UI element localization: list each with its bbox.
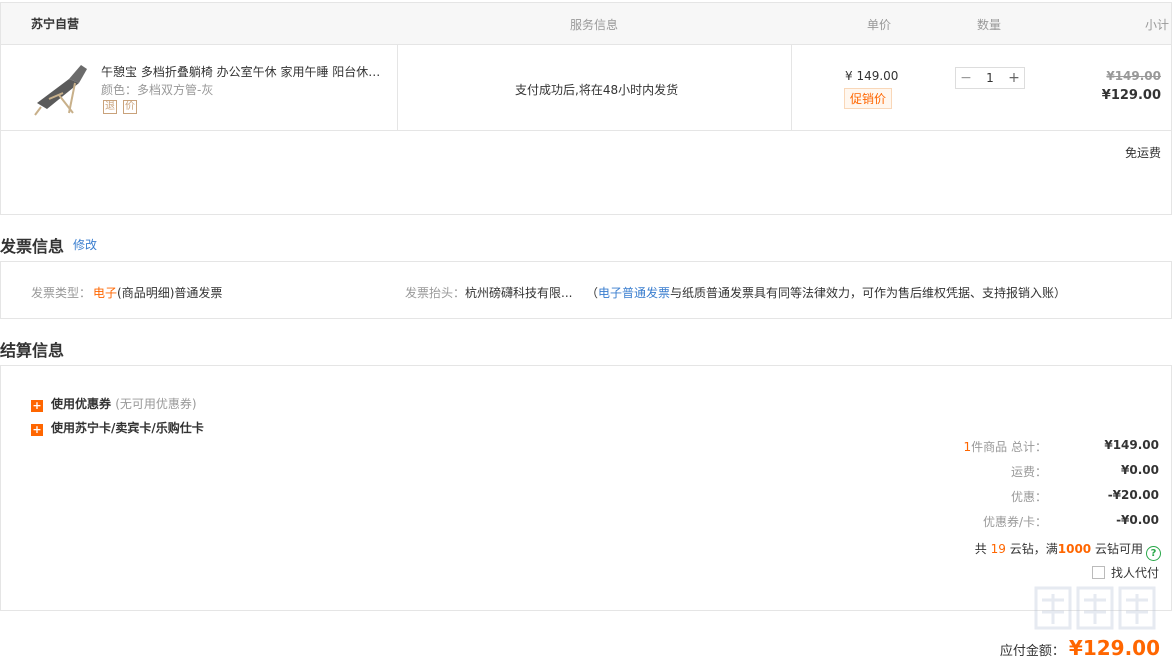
coupon-label: 使用优惠券 xyxy=(51,397,112,411)
product-tags: 退 价 xyxy=(103,100,137,114)
divider xyxy=(791,45,792,131)
invoice-type-highlight: 电子 xyxy=(93,286,118,300)
divider xyxy=(397,45,398,131)
yunzuan-threshold: 1000 xyxy=(1057,542,1092,556)
product-color: 颜色：多档双方管-灰 xyxy=(101,83,214,97)
discount-label: 优惠： xyxy=(1010,490,1047,504)
qty-minus-button[interactable]: − xyxy=(956,70,976,86)
header-qty: 数量 xyxy=(977,18,1002,32)
header-subtotal: 小计 xyxy=(1144,18,1169,32)
e-invoice-link[interactable]: 电子普通发票 xyxy=(598,286,670,300)
summary-coupon-card-row: 优惠券/卡： -¥0.00 xyxy=(839,513,1159,531)
card-toggle[interactable]: + 使用苏宁卡/卖宾卡/乐购仕卡 xyxy=(31,419,204,436)
subtotal-final: ¥129.00 xyxy=(1101,88,1161,103)
plus-square-icon[interactable]: + xyxy=(31,424,43,436)
invoice-head-value: 杭州磅礴科技有限... xyxy=(465,286,573,300)
summary-total-value: ¥149.00 xyxy=(1104,438,1159,452)
proxy-pay-label: 找人代付 xyxy=(1110,566,1159,580)
proxy-pay-option[interactable]: 找人代付 xyxy=(1091,564,1159,581)
coupon-card-value: -¥0.00 xyxy=(1116,513,1159,527)
order-header: 苏宁自营 服务信息 单价 数量 小计 xyxy=(1,3,1171,45)
yunzuan-count: 19 xyxy=(990,542,1006,556)
store-name[interactable]: 苏宁自营 xyxy=(31,15,79,32)
plus-square-icon[interactable]: + xyxy=(31,400,43,412)
proxy-pay-checkbox[interactable] xyxy=(1091,566,1105,579)
header-service: 服务信息 xyxy=(570,18,619,32)
discount-value: -¥20.00 xyxy=(1107,488,1159,502)
order-box: 苏宁自营 服务信息 单价 数量 小计 午憩宝 多档折叠躺椅 办公室午休 家用午睡… xyxy=(0,2,1172,215)
freight-label: 运费： xyxy=(1010,465,1047,479)
product-thumbnail[interactable] xyxy=(29,59,93,119)
order-item-row: 午憩宝 多档折叠躺椅 办公室午休 家用午睡 阳台休… 颜色：多档双方管-灰 退 … xyxy=(1,45,1171,131)
service-info: 支付成功后,将在48小时内发货 xyxy=(515,83,679,97)
freight-value: ¥0.00 xyxy=(1121,463,1159,477)
summary-discount-row: 优惠： -¥20.00 xyxy=(839,488,1159,506)
header-price: 单价 xyxy=(867,18,892,32)
summary-freight-row: 运费： ¥0.00 xyxy=(839,463,1159,481)
summary-total-row: 1件商品 总计： ¥149.00 xyxy=(839,438,1159,456)
help-circle-icon[interactable]: ? xyxy=(1146,546,1161,561)
invoice-section-title: 发票信息 xyxy=(0,237,65,256)
coupon-hint: (无可用优惠券) xyxy=(115,397,197,411)
invoice-note: （电子普通发票与纸质普通发票具有同等法律效力，可作为售后维权凭据、支持报销入账） xyxy=(586,284,1066,301)
yunzuan-prefix: 共 xyxy=(974,542,987,556)
subtotal-original: ¥149.00 xyxy=(1106,69,1161,83)
qty-plus-button[interactable]: + xyxy=(1004,70,1024,86)
yunzuan-mid: 云钻，满 xyxy=(1009,542,1058,556)
quantity-stepper: − 1 + xyxy=(955,67,1025,89)
invoice-head-label: 发票抬头： xyxy=(405,286,466,300)
invoice-head: 发票抬头：杭州磅礴科技有限... xyxy=(405,284,572,301)
return-tag-icon[interactable]: 退 xyxy=(103,100,117,114)
settlement-section-title: 结算信息 xyxy=(0,341,65,360)
yunzuan-info: 共 19 云钻，满1000 云钻可用? xyxy=(975,540,1161,561)
card-label: 使用苏宁卡/卖宾卡/乐购仕卡 xyxy=(51,421,204,435)
invoice-note-prefix: （ xyxy=(586,286,599,300)
unit-price: ¥ 149.00 xyxy=(845,69,899,83)
invoice-type-label: 发票类型： xyxy=(31,286,92,300)
coupon-card-label: 优惠券/卡： xyxy=(982,515,1047,529)
invoice-edit-link[interactable]: 修改 xyxy=(73,236,97,253)
summary-total-label: 1件商品 总计： xyxy=(964,438,1047,455)
settlement-box: + 使用优惠券 (无可用优惠券) + 使用苏宁卡/卖宾卡/乐购仕卡 1件商品 总计：… xyxy=(0,365,1172,611)
invoice-type-rest: (商品明细)普通发票 xyxy=(117,286,223,300)
qty-input[interactable]: 1 xyxy=(976,71,1004,85)
yunzuan-suffix: 云钻可用 xyxy=(1094,542,1143,556)
coupon-toggle[interactable]: + 使用优惠券 (无可用优惠券) xyxy=(31,395,197,412)
shipping-status: 免运费 xyxy=(1124,146,1161,160)
invoice-type-value: 电子(商品明细)普通发票 xyxy=(93,284,222,301)
product-title-link[interactable]: 午憩宝 多档折叠躺椅 办公室午休 家用午睡 阳台休… xyxy=(101,63,386,80)
invoice-box: 发票类型： 电子(商品明细)普通发票 发票抬头：杭州磅礴科技有限... （电子普… xyxy=(0,261,1172,319)
invoice-note-rest: 与纸质普通发票具有同等法律效力，可作为售后维权凭据、支持报销入账） xyxy=(670,286,1067,300)
item-count-suffix: 件商品 总计： xyxy=(971,440,1047,454)
promo-badge: 促销价 xyxy=(844,88,893,109)
price-tag-icon[interactable]: 价 xyxy=(123,100,137,114)
watermark-logo xyxy=(1034,586,1156,630)
